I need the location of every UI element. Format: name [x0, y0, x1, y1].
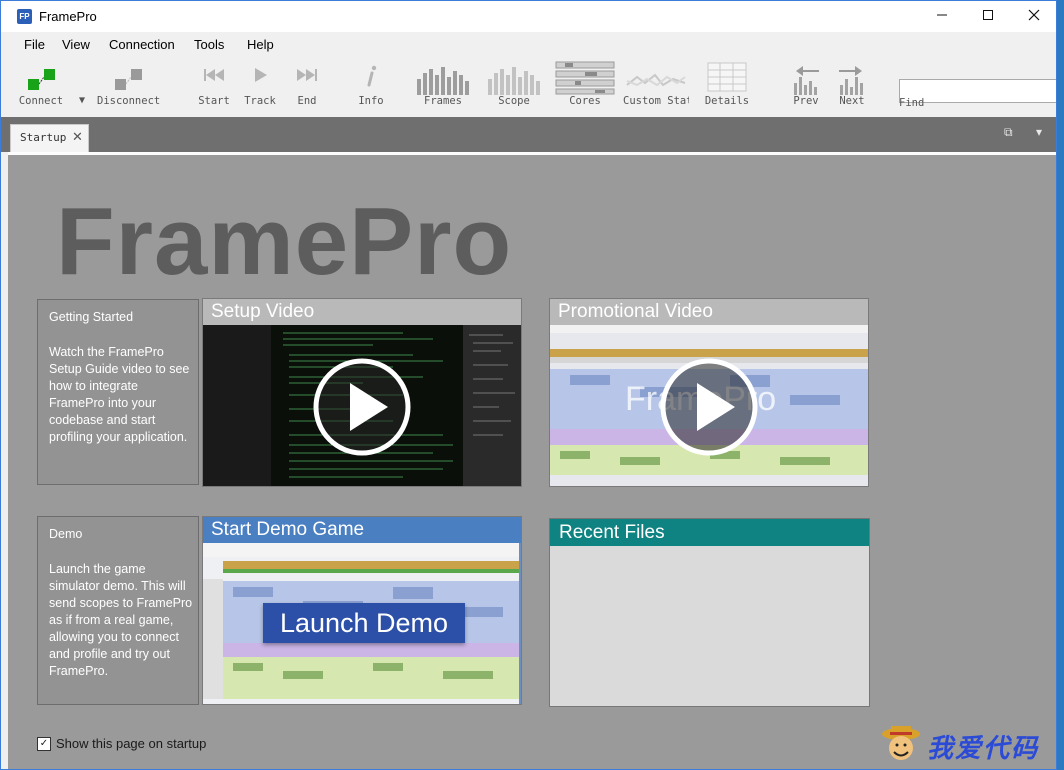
start-label: Start — [198, 95, 230, 107]
start-button[interactable]: Start — [197, 57, 231, 117]
recent-files-title: Recent Files — [550, 519, 869, 546]
custom-stats-button[interactable]: Custom Stats — [623, 57, 689, 117]
start-demo-panel[interactable]: Start Demo Game Launch Demo — [202, 516, 522, 705]
disconnect-icon — [115, 69, 142, 90]
show-on-startup-label[interactable]: Show this page on startup — [56, 736, 206, 751]
desktop-background — [1057, 0, 1064, 770]
custom-stats-icon — [626, 73, 686, 87]
getting-started-text: Watch the FramePro Setup Guide video to … — [49, 345, 190, 444]
minimize-button[interactable] — [919, 1, 965, 32]
cores-button[interactable]: Cores — [554, 57, 616, 117]
watermark-text: 我爱代码 — [927, 734, 1040, 764]
promo-video-panel[interactable]: Promotional Video FramePro — [549, 298, 869, 487]
setup-video-panel[interactable]: Setup Video — [202, 298, 522, 487]
window-title: FramePro — [39, 9, 97, 24]
info-label: Info — [358, 95, 384, 107]
getting-started-panel: Getting Started Watch the FramePro Setup… — [37, 299, 199, 485]
menu-file[interactable]: File — [24, 37, 45, 52]
launch-demo-button[interactable]: Launch Demo — [263, 603, 465, 643]
startup-page: FramePro Getting Started Watch the Frame… — [8, 152, 1056, 769]
maximize-icon — [983, 10, 993, 20]
skip-back-icon — [204, 69, 224, 81]
promo-video-title: Promotional Video — [550, 299, 868, 325]
scope-label: Scope — [498, 95, 530, 107]
app-icon: FP — [17, 9, 32, 24]
connect-dropdown[interactable]: ▼ — [74, 57, 90, 117]
promo-video-thumbnail: FramePro — [550, 325, 868, 486]
scope-button[interactable]: Scope — [485, 57, 543, 117]
play-icon — [255, 68, 267, 82]
frames-button[interactable]: Frames — [414, 57, 472, 117]
setup-video-title: Setup Video — [203, 299, 521, 325]
custom-stats-label: Custom Stats — [623, 95, 689, 107]
menu-connection[interactable]: Connection — [109, 37, 175, 52]
restore-tab-icon[interactable]: ⧉ — [1004, 125, 1013, 140]
skip-forward-icon — [297, 69, 317, 81]
play-video-icon[interactable] — [312, 357, 412, 457]
tab-close-icon[interactable]: ✕ — [72, 129, 83, 145]
next-icon — [839, 66, 863, 95]
play-video-icon[interactable] — [659, 357, 759, 457]
framepro-logo: FramePro — [56, 188, 513, 295]
track-button[interactable]: Track — [243, 57, 277, 117]
tab-startup[interactable]: Startup ✕ — [10, 124, 89, 152]
title-bar: FP FramePro — [1, 1, 1056, 32]
close-button[interactable] — [1011, 1, 1056, 32]
launch-demo-label: Launch Demo — [279, 608, 449, 638]
details-button[interactable]: Details — [701, 57, 753, 117]
prev-icon — [794, 66, 819, 95]
demo-thumbnail: Launch Demo — [203, 543, 521, 704]
tab-menu-chevron-icon[interactable]: ▾ — [1036, 125, 1042, 139]
tab-strip: Startup ✕ ⧉ ▾ — [1, 117, 1056, 152]
track-label: Track — [244, 95, 276, 107]
toolbar: Connect ▼ Disconnect Start Track End Inf… — [1, 57, 1056, 117]
prev-label: Prev — [793, 95, 819, 107]
setup-video-thumbnail — [203, 325, 521, 486]
maximize-button[interactable] — [965, 1, 1011, 32]
getting-started-title: Getting Started — [49, 310, 134, 324]
disconnect-button[interactable]: Disconnect — [97, 57, 161, 117]
disconnect-label: Disconnect — [97, 95, 161, 107]
chevron-down-icon: ▼ — [78, 95, 86, 106]
end-button[interactable]: End — [290, 57, 324, 117]
end-label: End — [297, 95, 317, 107]
cores-label: Cores — [569, 95, 601, 107]
menu-bar: File View Connection Tools Help — [1, 32, 1056, 57]
cores-icon — [555, 61, 615, 95]
connect-label: Connect — [18, 95, 64, 107]
frames-label: Frames — [424, 95, 462, 107]
next-label: Next — [839, 95, 865, 107]
framepro-window: FP FramePro File View Connection Tools H… — [0, 0, 1057, 770]
frames-bar-icon — [417, 67, 469, 95]
find-label: Find — [899, 97, 925, 109]
watermark: 我爱代码 — [881, 722, 1051, 768]
details-table-icon — [707, 62, 747, 92]
show-on-startup-checkbox[interactable]: ✓ — [37, 737, 51, 751]
prev-button[interactable]: Prev — [787, 57, 825, 117]
menu-help[interactable]: Help — [247, 37, 274, 52]
next-button[interactable]: Next — [833, 57, 871, 117]
demo-title: Demo — [49, 527, 83, 541]
tab-startup-label: Startup — [20, 131, 67, 144]
menu-view[interactable]: View — [62, 37, 90, 52]
close-icon — [1028, 9, 1040, 21]
scope-bar-icon — [488, 67, 540, 95]
details-label: Details — [704, 95, 750, 107]
info-icon — [367, 65, 377, 87]
demo-text: Launch the game simulator demo. This wil… — [49, 562, 193, 678]
demo-panel: Demo Launch the game simulator demo. Thi… — [37, 516, 199, 705]
watermark-logo-icon — [882, 726, 920, 760]
recent-files-panel: Recent Files — [549, 518, 870, 707]
connect-button[interactable]: Connect — [18, 57, 64, 117]
info-button[interactable]: Info — [354, 57, 388, 117]
connect-icon — [28, 69, 55, 90]
start-demo-title: Start Demo Game — [203, 517, 521, 543]
menu-tools[interactable]: Tools — [194, 37, 224, 52]
minimize-icon — [937, 14, 947, 16]
